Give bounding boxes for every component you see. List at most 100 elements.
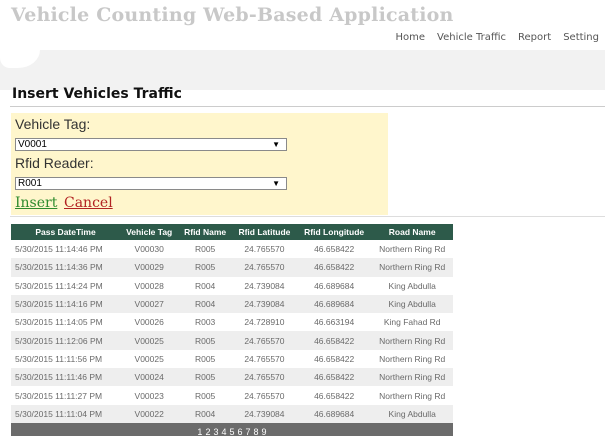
cell-pass-datetime: 5/30/2015 11:14:46 PM <box>15 244 103 255</box>
pager-row: 1 2 3 4 5 6 7 8 9 <box>11 422 453 436</box>
table-row: 5/30/2015 11:14:05 PM V00026 R003 24.728… <box>11 313 453 331</box>
page-5[interactable]: 5 <box>229 427 234 436</box>
col-rfid-longitude[interactable]: Rfid Longitude <box>296 224 372 240</box>
app-title: Vehicle Counting Web-Based Application <box>11 4 454 26</box>
vehicle-tag-value: V0001 <box>18 139 47 150</box>
table-row: 5/30/2015 11:14:24 PM V00028 R004 24.739… <box>11 277 453 295</box>
cell-road-name: King Abdulla <box>371 294 453 314</box>
cell-vehicle-tag: V00026 <box>134 317 164 328</box>
cell-rfid-latitude: 24.739084 <box>244 280 285 291</box>
insert-link[interactable]: Insert <box>15 195 57 211</box>
cell-pass-datetime: 5/30/2015 11:12:06 PM <box>11 331 121 350</box>
cell-rfid-name: R005 <box>178 258 232 277</box>
page-4[interactable]: 4 <box>221 427 226 436</box>
cell-vehicle-tag: V00025 <box>120 331 179 350</box>
title-divider <box>10 106 605 107</box>
cell-rfid-latitude: 24.765570 <box>244 390 285 401</box>
cell-vehicle-tag: V00024 <box>120 368 179 387</box>
cell-rfid-latitude: 24.765570 <box>244 353 285 364</box>
cell-rfid-latitude: 24.739084 <box>231 294 297 314</box>
cell-road-name: Northern Ring Rd <box>371 331 453 350</box>
page-7[interactable]: 7 <box>246 427 251 436</box>
cell-rfid-name: R005 <box>194 353 216 364</box>
cell-rfid-name: R004 <box>194 280 216 291</box>
cancel-link[interactable]: Cancel <box>64 195 113 211</box>
cell-pass-datetime: 5/30/2015 11:14:36 PM <box>11 258 121 277</box>
col-rfid-name[interactable]: Rfid Name <box>178 224 232 240</box>
cell-rfid-name: R005 <box>178 368 232 387</box>
cell-vehicle-tag: V00025 <box>134 353 164 364</box>
page-2[interactable]: 2 <box>205 427 210 436</box>
page-3[interactable]: 3 <box>213 427 218 436</box>
table-row: 5/30/2015 11:14:46 PM V00030 R005 24.765… <box>11 240 453 258</box>
table-row: 5/30/2015 11:11:04 PM V00022 R004 24.739… <box>11 404 453 423</box>
cell-pass-datetime: 5/30/2015 11:11:46 PM <box>11 368 121 387</box>
cell-vehicle-tag: V00028 <box>134 280 164 291</box>
cell-rfid-name: R005 <box>194 244 216 255</box>
nav-vehicle-traffic[interactable]: Vehicle Traffic <box>437 32 506 43</box>
rfid-reader-label: Rfid Reader: <box>15 155 94 171</box>
nav-setting[interactable]: Setting <box>563 32 599 43</box>
cell-road-name: Northern Ring Rd <box>379 390 446 401</box>
main-nav: Home Vehicle Traffic Report Setting <box>396 32 599 43</box>
cell-rfid-name: R004 <box>178 294 232 314</box>
cell-rfid-longitude: 46.658422 <box>296 258 372 277</box>
rfid-reader-value: R001 <box>18 178 42 189</box>
page-title: Insert Vehicles Traffic <box>12 86 182 102</box>
nav-home[interactable]: Home <box>396 32 426 43</box>
cell-rfid-longitude: 46.689684 <box>296 404 372 423</box>
cell-road-name: Northern Ring Rd <box>379 244 446 255</box>
table-row: 5/30/2015 11:12:06 PM V00025 R005 24.765… <box>11 331 453 350</box>
table-row: 5/30/2015 11:11:46 PM V00024 R005 24.765… <box>11 368 453 387</box>
cell-rfid-name: R003 <box>194 317 216 328</box>
cell-rfid-longitude: 46.658422 <box>296 368 372 387</box>
cell-pass-datetime: 5/30/2015 11:14:24 PM <box>15 280 103 291</box>
cell-rfid-name: R005 <box>194 390 216 401</box>
page-9[interactable]: 9 <box>262 427 267 436</box>
rfid-reader-select[interactable]: R001 ▼ <box>15 177 287 190</box>
page-1: 1 <box>197 427 203 436</box>
cell-road-name: Northern Ring Rd <box>371 258 453 277</box>
col-vehicle-tag[interactable]: Vehicle Tag <box>120 224 179 240</box>
cell-rfid-latitude: 24.765570 <box>244 244 285 255</box>
cell-vehicle-tag: V00022 <box>120 404 179 423</box>
col-road-name[interactable]: Road Name <box>371 224 453 240</box>
traffic-table: Pass DateTime Vehicle Tag Rfid Name Rfid… <box>11 224 453 436</box>
cell-vehicle-tag: V00027 <box>120 294 179 314</box>
cell-rfid-latitude: 24.765570 <box>231 368 297 387</box>
cell-pass-datetime: 5/30/2015 11:14:05 PM <box>15 317 103 328</box>
cell-vehicle-tag: V00030 <box>134 244 164 255</box>
cell-road-name: King Fahad Rd <box>383 317 441 328</box>
cell-road-name: Northern Ring Rd <box>371 368 453 387</box>
table-row: 5/30/2015 11:14:36 PM V00029 R005 24.765… <box>11 258 453 277</box>
vehicle-tag-select[interactable]: V0001 ▼ <box>15 138 287 151</box>
cell-rfid-latitude: 24.728910 <box>244 317 285 328</box>
cell-rfid-longitude: 46.658422 <box>314 390 355 401</box>
cell-rfid-longitude: 46.689684 <box>314 280 355 291</box>
cell-pass-datetime: 5/30/2015 11:14:16 PM <box>11 294 121 314</box>
header-band <box>0 50 605 90</box>
col-pass-datetime[interactable]: Pass DateTime <box>11 224 121 240</box>
dropdown-arrow-icon: ▼ <box>272 179 280 188</box>
cell-rfid-longitude: 46.658422 <box>314 353 355 364</box>
cell-rfid-longitude: 46.663194 <box>314 317 355 328</box>
cell-pass-datetime: 5/30/2015 11:11:04 PM <box>11 404 121 423</box>
col-rfid-latitude[interactable]: Rfid Latitude <box>231 224 297 240</box>
cell-road-name: King Abdulla <box>371 404 453 423</box>
page-8[interactable]: 8 <box>254 427 259 436</box>
cell-vehicle-tag: V00029 <box>120 258 179 277</box>
dropdown-arrow-icon: ▼ <box>272 140 280 149</box>
cell-road-name: Northern Ring Rd <box>379 353 446 364</box>
page-6[interactable]: 6 <box>238 427 243 436</box>
insert-form: Vehicle Tag: V0001 ▼ Rfid Reader: R001 ▼… <box>11 113 388 215</box>
cell-rfid-latitude: 24.739084 <box>231 404 297 423</box>
pager: 1 2 3 4 5 6 7 8 9 <box>197 427 266 436</box>
vehicle-tag-label: Vehicle Tag: <box>15 116 91 132</box>
table-row: 5/30/2015 11:11:27 PM V00023 R005 24.765… <box>11 386 453 404</box>
cell-rfid-name: R005 <box>178 331 232 350</box>
nav-report[interactable]: Report <box>518 32 551 43</box>
table-header-row: Pass DateTime Vehicle Tag Rfid Name Rfid… <box>11 224 453 240</box>
cell-vehicle-tag: V00023 <box>134 390 164 401</box>
cell-rfid-longitude: 46.658422 <box>296 331 372 350</box>
cell-pass-datetime: 5/30/2015 11:11:56 PM <box>15 353 103 364</box>
